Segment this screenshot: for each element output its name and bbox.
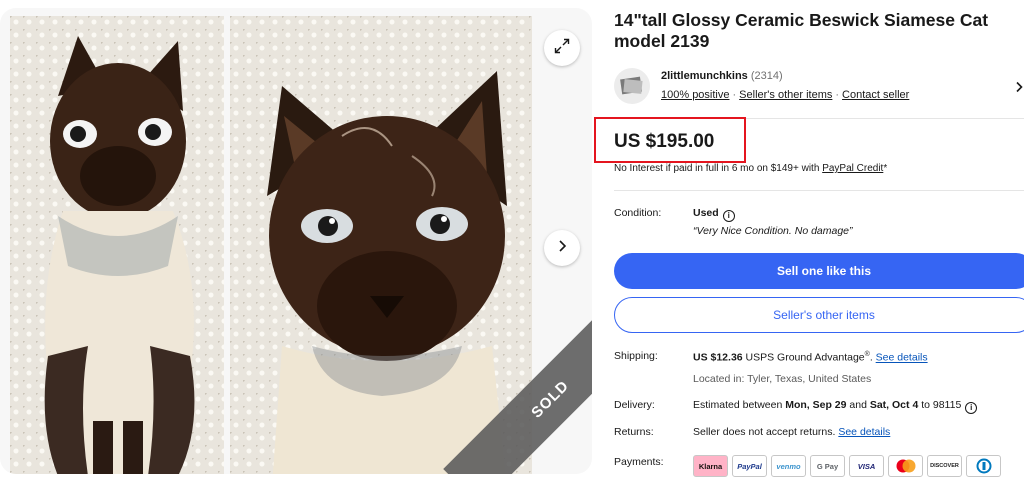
- shipping-cost: US $12.36: [693, 351, 743, 364]
- shipping-label: Shipping:: [614, 350, 658, 362]
- item-price: US $195.00: [614, 131, 715, 152]
- item-title: 14"tall Glossy Ceramic Beswick Siamese C…: [614, 10, 989, 51]
- paypal-icon: PayPal: [732, 455, 767, 477]
- shipping-service: USPS Ground Advantage: [745, 351, 865, 364]
- condition-value: Used: [693, 207, 719, 219]
- paypal-credit-line: No Interest if paid in full in 6 mo on $…: [614, 163, 888, 174]
- diners-club-icon: [966, 455, 1001, 477]
- venmo-icon: venmo: [771, 455, 806, 477]
- seller-card: 2littlemunchkins (2314) 100% positive · Se…: [614, 66, 1024, 112]
- chevron-right-icon: [555, 239, 569, 258]
- returns-details-link[interactable]: See details: [838, 426, 890, 438]
- google-pay-icon: G Pay: [810, 455, 845, 477]
- main-image[interactable]: [230, 16, 532, 474]
- returns-label: Returns:: [614, 426, 654, 438]
- siamese-cat-figure-main: [242, 46, 522, 474]
- siamese-cat-figure-left: [18, 26, 218, 474]
- item-info-panel: 14"tall Glossy Ceramic Beswick Siamese C…: [594, 0, 1024, 484]
- delivery-label: Delivery:: [614, 399, 655, 411]
- mastercard-icon: [888, 455, 923, 477]
- seller-positive-link[interactable]: 100% positive: [661, 89, 730, 101]
- payments-label: Payments:: [614, 456, 664, 468]
- seller-name[interactable]: 2littlemunchkins: [661, 70, 748, 82]
- expand-icon: [554, 38, 570, 59]
- delivery-estimate: Estimated between Mon, Sep 29 and Sat, O…: [693, 399, 978, 414]
- seller-avatar[interactable]: [614, 68, 650, 104]
- returns-policy: Seller does not accept returns.: [693, 426, 839, 438]
- sell-one-like-this-button[interactable]: Sell one like this: [614, 253, 1024, 289]
- divider: [614, 190, 1024, 191]
- paypal-credit-link[interactable]: PayPal Credit: [822, 163, 883, 174]
- condition-note: “Very Nice Condition. No damage”: [693, 225, 853, 237]
- expand-button[interactable]: [544, 30, 580, 66]
- klarna-icon: Klarna: [693, 455, 728, 477]
- chevron-right-icon[interactable]: [1014, 80, 1024, 98]
- shipping-details-link[interactable]: See details: [876, 352, 928, 364]
- next-image-button[interactable]: [544, 230, 580, 266]
- thumbnail-image[interactable]: [10, 16, 224, 474]
- seller-other-items-link[interactable]: Seller's other items: [739, 89, 832, 101]
- info-icon[interactable]: i: [965, 401, 978, 414]
- payment-methods: Klarna PayPal venmo G Pay VISA DISCOVER: [693, 455, 1001, 477]
- condition-label: Condition:: [614, 207, 662, 219]
- contact-seller-link[interactable]: Contact seller: [842, 89, 909, 101]
- item-location: Located in: Tyler, Texas, United States: [693, 373, 872, 385]
- discover-icon: DISCOVER: [927, 455, 962, 477]
- sellers-other-items-button[interactable]: Seller's other items: [614, 297, 1024, 333]
- visa-icon: VISA: [849, 455, 884, 477]
- image-gallery: SOLD: [0, 8, 592, 474]
- info-icon[interactable]: i: [722, 209, 735, 222]
- seller-feedback-count: (2314): [750, 70, 783, 82]
- store-logo-icon: [620, 76, 643, 95]
